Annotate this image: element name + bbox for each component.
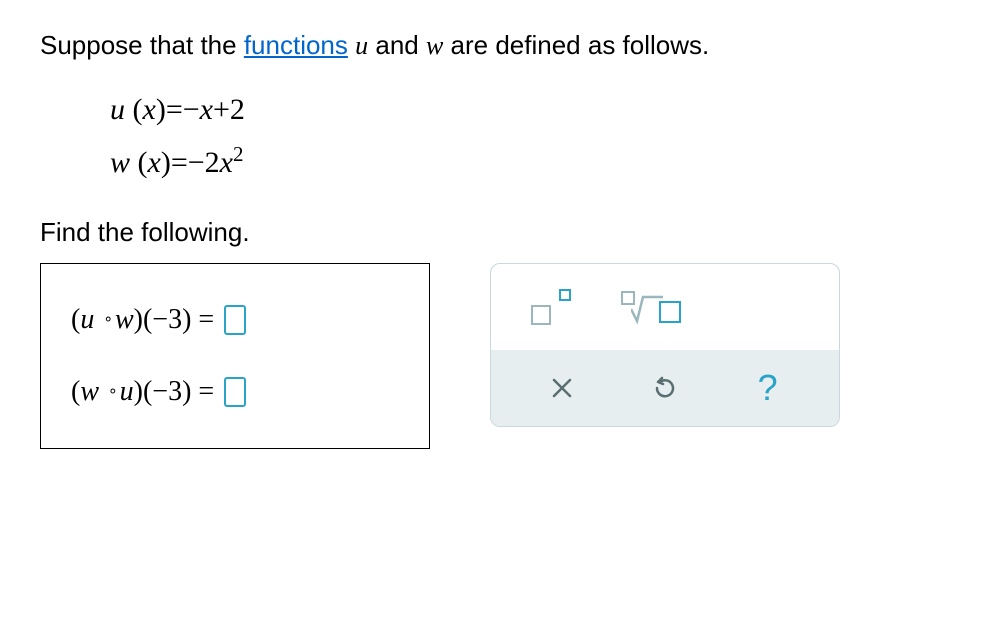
exp-box-icon (559, 289, 571, 301)
help-button[interactable]: ? (748, 368, 788, 408)
w-exponent: 2 (233, 142, 244, 166)
help-icon: ? (758, 367, 778, 409)
undo-icon (652, 375, 678, 401)
wu-expression: (w ∘u)(−3) = (71, 376, 214, 408)
reset-button[interactable] (645, 368, 685, 408)
root-button[interactable] (621, 289, 691, 325)
exponent-button[interactable] (531, 289, 571, 325)
math-tools-row (491, 264, 839, 350)
close-icon (550, 376, 574, 400)
instruction-text: Find the following. (40, 217, 942, 248)
u-definition: u (x)=−x+2 (110, 86, 942, 134)
control-row: ? (491, 350, 839, 426)
w-definition: w (x)=−2x2 (110, 138, 942, 187)
clear-button[interactable] (542, 368, 582, 408)
function-definitions: u (x)=−x+2 w (x)=−2x2 (110, 86, 942, 187)
functions-link[interactable]: functions (244, 30, 348, 60)
answer-input-2[interactable] (224, 377, 246, 407)
intro-post: are defined as follows. (443, 30, 709, 60)
answer-line-1: (u ∘w)(−3) = (71, 304, 399, 336)
radicand-box-icon (659, 301, 681, 323)
answer-line-2: (w ∘u)(−3) = (71, 376, 399, 408)
answers-box: (u ∘w)(−3) = (w ∘u)(−3) = (40, 263, 430, 449)
base-box-icon (531, 305, 551, 325)
intro-pre: Suppose that the (40, 30, 244, 60)
intro-and: and (368, 30, 426, 60)
var-w: w (426, 31, 443, 60)
uw-expression: (u ∘w)(−3) = (71, 304, 214, 336)
tool-panel: ? (490, 263, 840, 427)
var-u: u (355, 31, 368, 60)
answer-input-1[interactable] (224, 305, 246, 335)
problem-statement: Suppose that the functions u and w are d… (40, 30, 942, 61)
